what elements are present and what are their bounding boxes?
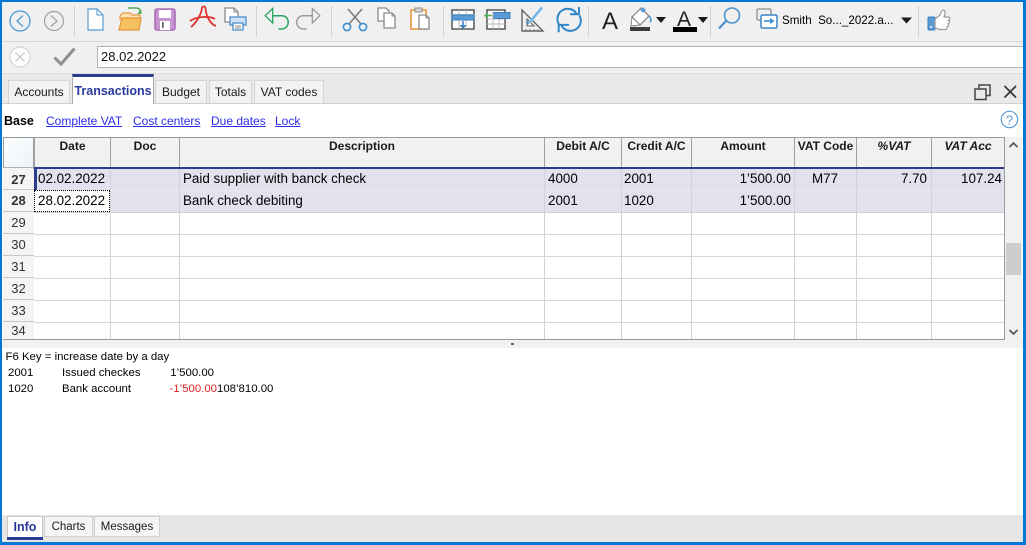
svg-text:A: A	[602, 8, 618, 35]
svg-text:?: ?	[1006, 113, 1013, 128]
